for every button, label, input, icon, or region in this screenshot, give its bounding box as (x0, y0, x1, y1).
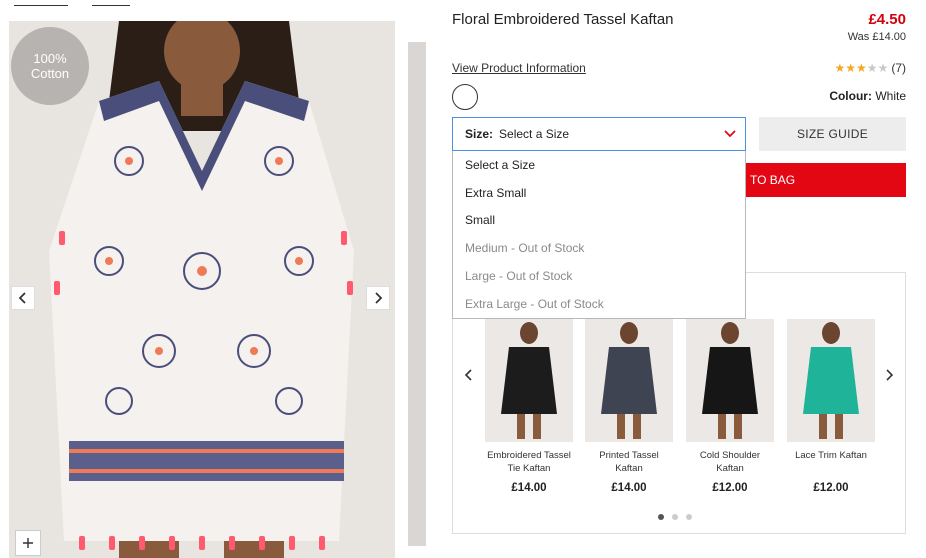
top-nav-fragment (0, 0, 400, 14)
chevron-left-icon (464, 369, 472, 381)
size-option[interactable]: Small (453, 207, 745, 235)
recommendation-name[interactable]: Printed Tassel Kaftan (585, 450, 673, 476)
image-prev-button[interactable] (11, 286, 35, 310)
carousel-dot[interactable] (686, 514, 692, 520)
recommendation-image[interactable] (585, 319, 673, 442)
star-rating: ★★★★★ (835, 61, 889, 75)
recommendation-name[interactable]: Embroidered Tassel Tie Kaftan (485, 450, 573, 476)
star-icon: ★ (856, 61, 867, 75)
badge-line-2: Cotton (30, 66, 70, 81)
recommendation-price: £12.00 (813, 482, 849, 494)
recommendation-image[interactable] (485, 319, 573, 442)
size-option[interactable]: Extra Small (453, 179, 745, 207)
colour-info: Colour: White (829, 89, 906, 103)
size-option[interactable]: Medium - Out of Stock (453, 234, 745, 262)
chevron-right-icon (375, 292, 383, 304)
recommendation-image[interactable] (787, 319, 875, 442)
material-badge: 100% Cotton (11, 27, 89, 105)
carousel-dots (658, 514, 692, 520)
size-option[interactable]: Select a Size (453, 151, 745, 179)
size-label: Size: (465, 127, 494, 141)
recommendation-card[interactable]: Cold Shoulder Kaftan £12.00 (686, 319, 774, 494)
plus-icon (23, 538, 33, 548)
recommendation-price: £14.00 (511, 482, 547, 494)
zoom-button[interactable] (15, 530, 41, 556)
product-title: Floral Embroidered Tassel Kaftan (452, 11, 674, 28)
main-product-image[interactable] (9, 21, 395, 558)
rating[interactable]: ★★★★★ (7) (835, 61, 907, 75)
chevron-right-icon (886, 369, 894, 381)
recommendation-card[interactable]: Printed Tassel Kaftan £14.00 (585, 319, 673, 494)
size-select[interactable]: Size: Select a Size (452, 117, 746, 151)
recommendation-price: £12.00 (712, 482, 748, 494)
size-selected-value: Select a Size (499, 127, 570, 141)
recommendation-price: £14.00 (611, 482, 647, 494)
star-icon: ★ (866, 61, 878, 75)
colour-label: Colour: (829, 89, 872, 103)
size-option[interactable]: Large - Out of Stock (453, 262, 745, 290)
secondary-image-strip[interactable] (408, 42, 426, 546)
top-nav-link[interactable] (14, 0, 68, 6)
rating-count: (7) (891, 61, 906, 75)
star-icon: ★ (877, 61, 889, 75)
carousel-dot[interactable] (672, 514, 678, 520)
recommendation-name[interactable]: Cold Shoulder Kaftan (686, 450, 774, 476)
recommendation-card[interactable]: Embroidered Tassel Tie Kaftan £14.00 (485, 319, 573, 494)
image-next-button[interactable] (366, 286, 390, 310)
product-page: 100% Cotton Floral Embroidered Tassel Ka… (0, 0, 926, 558)
badge-line-1: 100% (33, 51, 67, 66)
colour-value: White (875, 89, 906, 103)
model-illustration (9, 21, 395, 558)
reco-next-button[interactable] (879, 368, 899, 387)
carousel-dot[interactable] (658, 514, 664, 520)
recommendation-name[interactable]: Lace Trim Kaftan (787, 450, 875, 476)
star-icon: ★ (834, 61, 846, 75)
product-price: £4.50 (868, 11, 906, 28)
view-product-information-link[interactable]: View Product Information (452, 61, 586, 75)
reco-prev-button[interactable] (459, 368, 479, 387)
size-option[interactable]: Extra Large - Out of Stock (453, 290, 745, 318)
recommendation-card[interactable]: Lace Trim Kaftan £12.00 (787, 319, 875, 494)
recommendation-image[interactable] (686, 319, 774, 442)
was-price: Was £14.00 (847, 31, 906, 43)
chevron-left-icon (18, 292, 26, 304)
size-dropdown-list: Select a Size Extra Small Small Medium - Ou… (452, 151, 746, 319)
colour-swatch-white[interactable] (452, 84, 478, 110)
chevron-down-icon (724, 130, 736, 138)
size-guide-button[interactable]: SIZE GUIDE (759, 117, 906, 151)
top-nav-link[interactable] (92, 0, 130, 6)
star-icon: ★ (845, 61, 857, 75)
